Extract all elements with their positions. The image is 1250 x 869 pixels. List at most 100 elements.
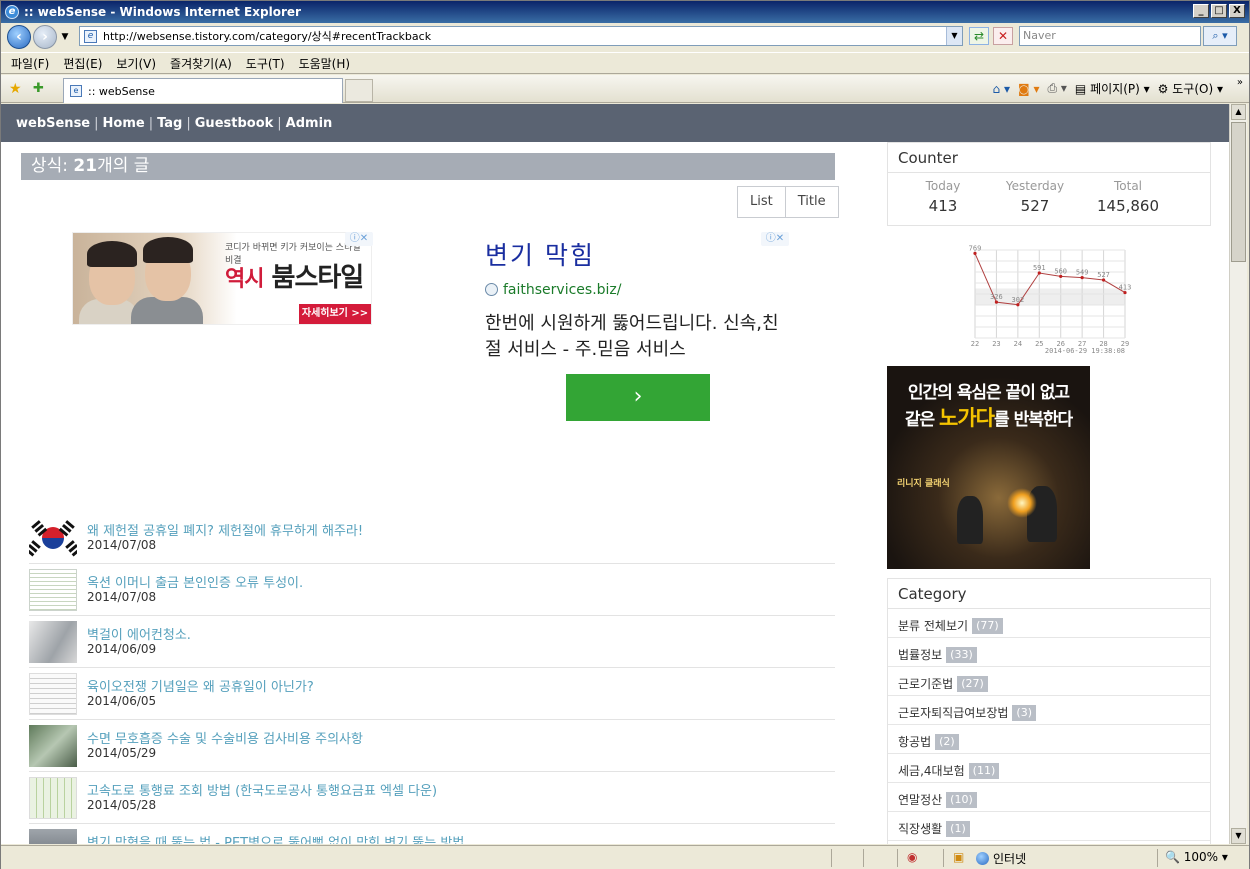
korean-flag-thumbnail[interactable] bbox=[29, 517, 77, 559]
address-dropdown-icon[interactable]: ▼ bbox=[946, 27, 962, 45]
post-title-link[interactable]: 벽걸이 에어컨청소. bbox=[87, 624, 191, 643]
nav-guestbook[interactable]: Guestbook bbox=[195, 116, 274, 131]
post-thumbnail[interactable] bbox=[29, 621, 77, 663]
tools-menu[interactable]: ⚙ 도구(O) ▾ bbox=[1158, 80, 1223, 97]
nav-websense[interactable]: webSense bbox=[16, 116, 90, 131]
graph-value-label: 413 bbox=[1119, 284, 1131, 292]
security-zone[interactable]: 인터넷 bbox=[976, 850, 1026, 867]
zoom-level[interactable]: 🔍 100% ▾ bbox=[1165, 850, 1228, 864]
today-label: Today bbox=[925, 179, 961, 193]
list-item: 왜 제헌절 공휴일 폐지? 제헌절에 휴무하게 해주라! 2014/07/08 bbox=[29, 512, 835, 564]
category-count: (10) bbox=[946, 792, 977, 808]
command-bar: ⌂ ▾ ◙ ▾ ⎙ ▾ ▤ 페이지(P) ▾ ⚙ 도구(O) ▾ bbox=[993, 80, 1223, 97]
category-widget: Category 분류 전체보기 (77) 법률정보 (33) 근로기준법 (27) … bbox=[887, 578, 1211, 844]
category-count: (11) bbox=[968, 763, 1000, 779]
chevron-more-icon[interactable]: » bbox=[1237, 77, 1243, 88]
back-button[interactable]: ‹ bbox=[7, 25, 31, 49]
maximize-button[interactable]: □ bbox=[1211, 4, 1227, 18]
graph-x-tick: 24 bbox=[1014, 340, 1022, 348]
minimize-button[interactable]: _ bbox=[1193, 4, 1209, 18]
ad-text-title[interactable]: 변기 막힘 bbox=[485, 236, 595, 272]
menu-help[interactable]: 도움말(H) bbox=[299, 55, 351, 72]
category-item[interactable]: 분류 전체보기 (77) bbox=[888, 609, 1210, 638]
history-dropdown-icon[interactable]: ▼ bbox=[59, 32, 71, 42]
ad-text-url[interactable]: faithservices.biz/ bbox=[485, 282, 622, 298]
post-thumbnail[interactable] bbox=[29, 829, 77, 844]
ad-cta-button[interactable]: 자세히보기 >> bbox=[299, 304, 371, 324]
graph-value-label: 769 bbox=[969, 244, 982, 252]
nav-separator: | bbox=[186, 116, 191, 131]
scroll-thumb[interactable] bbox=[1231, 122, 1246, 262]
category-count: (3) bbox=[1012, 705, 1036, 721]
post-date: 2014/06/05 bbox=[87, 694, 157, 708]
category-count: (77) bbox=[972, 618, 1003, 634]
search-input[interactable]: Naver bbox=[1019, 26, 1201, 46]
category-item[interactable]: 직장생활 (1) bbox=[888, 812, 1210, 841]
close-button[interactable]: X bbox=[1229, 4, 1245, 18]
ad-info-close-icon[interactable]: ⓘ✕ bbox=[761, 232, 789, 246]
game-logo: 리니지 클래식 bbox=[897, 479, 950, 489]
category-item[interactable]: 근로기준법 (27) bbox=[888, 667, 1210, 696]
category-item[interactable]: 근로자퇴직급여보장법 (3) bbox=[888, 696, 1210, 725]
add-favorite-icon[interactable]: ✚ bbox=[33, 81, 44, 96]
list-view-button[interactable]: List bbox=[737, 186, 786, 218]
window-controls: _ □ X bbox=[1193, 4, 1245, 18]
category-count: (27) bbox=[957, 676, 988, 692]
post-thumbnail[interactable] bbox=[29, 725, 77, 767]
new-tab-button[interactable] bbox=[345, 79, 373, 102]
post-title-link[interactable]: 수면 무호흡증 수술 및 수술비용 검사비용 주의사항 bbox=[87, 728, 363, 747]
category-item[interactable]: 항공법 (2) bbox=[888, 725, 1210, 754]
list-item: 고속도로 통행료 조회 방법 (한국도로공사 통행요금표 엑셀 다운) 2014… bbox=[29, 772, 835, 824]
post-title-link[interactable]: 고속도로 통행료 조회 방법 (한국도로공사 통행요금표 엑셀 다운) bbox=[87, 780, 437, 799]
game-ad-highlight: 노가다 bbox=[939, 406, 995, 430]
list-item: 옥션 이머니 출금 본인인증 오류 투성이. 2014/07/08 bbox=[29, 564, 835, 616]
post-thumbnail[interactable] bbox=[29, 673, 77, 715]
vertical-scrollbar[interactable]: ▲ ▼ bbox=[1229, 104, 1247, 844]
title-view-button[interactable]: Title bbox=[785, 186, 839, 218]
nav-separator: | bbox=[277, 116, 282, 131]
tab-websense[interactable]: e :: webSense bbox=[63, 78, 343, 103]
privacy-icon[interactable]: ◉ bbox=[907, 850, 917, 864]
total-label: Total bbox=[1113, 179, 1143, 193]
menu-file[interactable]: 파일(F) bbox=[11, 55, 49, 72]
print-icon[interactable]: ⎙ ▾ bbox=[1047, 81, 1066, 96]
ad-arrow-button[interactable]: › bbox=[566, 374, 710, 421]
page-menu[interactable]: ▤ 페이지(P) ▾ bbox=[1075, 80, 1150, 97]
graph-x-tick: 25 bbox=[1035, 340, 1043, 348]
ad-brand: 역시 붐스타일 bbox=[225, 257, 364, 294]
favorites-star-icon[interactable]: ★ bbox=[9, 81, 22, 97]
post-title-link[interactable]: 왜 제헌절 공휴일 폐지? 제헌절에 휴무하게 해주라! bbox=[87, 520, 363, 539]
category-item[interactable]: 연말정산 (10) bbox=[888, 783, 1210, 812]
forward-button[interactable]: › bbox=[33, 25, 57, 49]
ad-banner-game[interactable]: 인간의 욕심은 끝이 없고 같은 노가다를 반복한다 리니지 클래식 bbox=[887, 366, 1090, 569]
game-spark-effect bbox=[1007, 488, 1037, 518]
list-item: 변기 막혔을 때 뚫는 법 - PET병으로 뚫어뻥 없이 막힌 변기 뚫는 방… bbox=[29, 824, 835, 844]
ad-banner-fashion[interactable]: 코디가 바뀌면 키가 커보이는 스타일 비결 역시 붐스타일 자세히보기 >> bbox=[72, 232, 372, 325]
home-icon[interactable]: ⌂ ▾ bbox=[993, 82, 1010, 96]
category-item[interactable]: 세금,4대보험 (11) bbox=[888, 754, 1210, 783]
post-thumbnail[interactable] bbox=[29, 777, 77, 819]
counter-total: Total 145,860 bbox=[1078, 179, 1178, 215]
post-title-link[interactable]: 변기 막혔을 때 뚫는 법 - PET병으로 뚫어뻥 없이 막힌 변기 뚫는 방… bbox=[87, 832, 464, 844]
stop-button[interactable]: ✕ bbox=[993, 27, 1013, 45]
category-item[interactable]: 법률정보 (33) bbox=[888, 638, 1210, 667]
post-title-link[interactable]: 육이오전쟁 기념일은 왜 공휴일이 아닌가? bbox=[87, 676, 314, 695]
nav-home[interactable]: Home bbox=[103, 116, 145, 131]
nav-tag[interactable]: Tag bbox=[157, 116, 182, 131]
ad-info-close-icon[interactable]: ⓘ✕ bbox=[345, 232, 373, 246]
scroll-up-icon[interactable]: ▲ bbox=[1231, 104, 1246, 120]
address-bar[interactable]: e http://websense.tistory.com/category/상… bbox=[79, 26, 963, 46]
post-title-link[interactable]: 옥션 이머니 출금 본인인증 오류 투성이. bbox=[87, 572, 303, 591]
menu-tools[interactable]: 도구(T) bbox=[246, 55, 285, 72]
post-thumbnail[interactable] bbox=[29, 569, 77, 611]
refresh-button[interactable]: ⇄ bbox=[969, 27, 989, 45]
page-menu-icon: ▤ bbox=[1074, 82, 1087, 96]
menu-edit[interactable]: 편집(E) bbox=[63, 55, 102, 72]
menu-favorites[interactable]: 즐겨찾기(A) bbox=[170, 55, 232, 72]
search-button[interactable]: ⌕ ▾ bbox=[1203, 26, 1237, 46]
protected-mode-icon[interactable]: ▣ bbox=[953, 850, 964, 864]
nav-admin[interactable]: Admin bbox=[286, 116, 333, 131]
scroll-down-icon[interactable]: ▼ bbox=[1231, 828, 1246, 844]
menu-view[interactable]: 보기(V) bbox=[116, 55, 156, 72]
rss-icon[interactable]: ◙ ▾ bbox=[1018, 82, 1039, 96]
